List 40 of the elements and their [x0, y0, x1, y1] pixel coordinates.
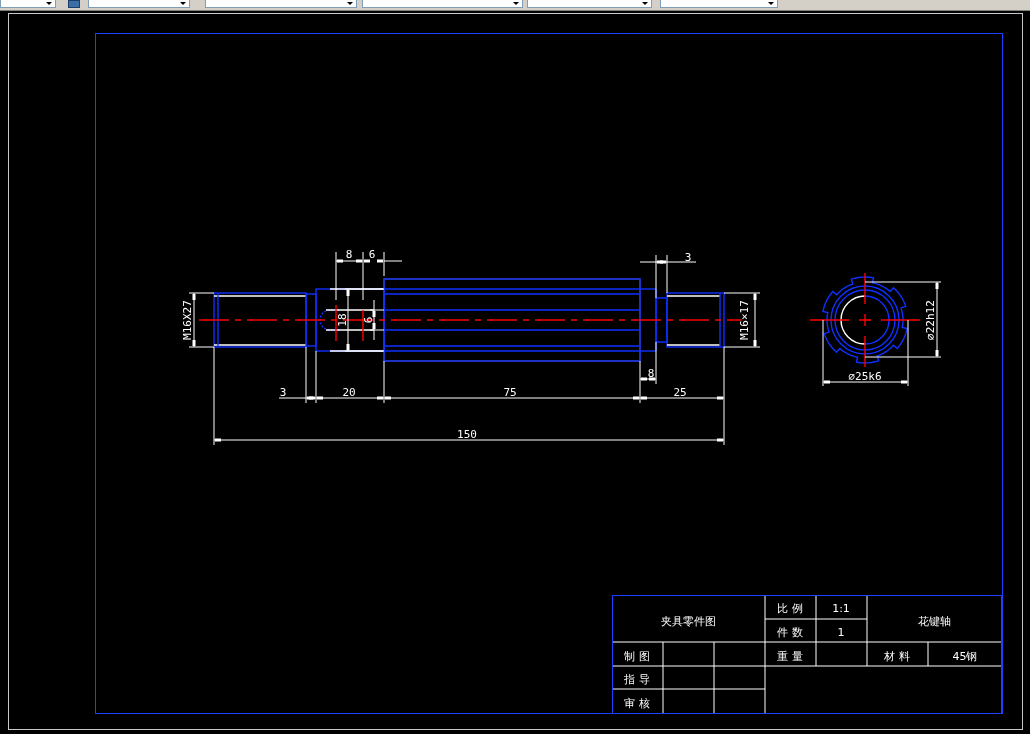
dimension-text: 20 — [342, 386, 356, 399]
dimension-line — [753, 292, 757, 348]
field-label: 制 图 — [624, 650, 650, 663]
field-value: 45钢 — [952, 650, 978, 663]
dimension-text: ⌀22h12 — [924, 300, 937, 340]
caret-icon — [768, 2, 774, 5]
caret-icon — [513, 2, 519, 5]
field-label: 比 例 — [777, 602, 803, 615]
caret-icon — [642, 2, 648, 5]
dimension-text: 3 — [684, 251, 692, 264]
field-label: 件 数 — [777, 626, 803, 639]
field-label: 重 量 — [777, 650, 803, 663]
dimension-text: 8 — [345, 248, 353, 261]
caret-icon — [180, 2, 186, 5]
field-label: 审 核 — [624, 697, 650, 710]
field-value: 1 — [837, 626, 845, 639]
dimension-text: 3 — [279, 386, 287, 399]
dimension-text: ⌀25k6 — [848, 370, 882, 383]
dimension-text: 6 — [368, 248, 376, 261]
dimension-text: 25 — [673, 386, 687, 399]
dimension-text: 18 — [336, 313, 349, 327]
dimension-text: 6 — [362, 316, 375, 324]
field-value: 1:1 — [832, 602, 850, 615]
caret-icon — [46, 2, 52, 5]
dimension-text: M16X27 — [181, 300, 194, 340]
field-label: 材 料 — [884, 650, 910, 663]
dimension-line — [346, 288, 350, 352]
dimension-text: 150 — [457, 428, 477, 441]
drawing-title: 夹具零件图 — [660, 615, 716, 628]
dimension-text: M16×17 — [738, 300, 751, 340]
part-name: 花键轴 — [917, 615, 951, 628]
field-label: 指 导 — [624, 673, 650, 686]
dimension-line — [639, 377, 657, 381]
dimension-line — [192, 292, 196, 348]
caret-icon — [347, 2, 353, 5]
dimension-text: 75 — [503, 386, 517, 399]
dimension-line — [372, 299, 376, 341]
dimension-line — [639, 260, 697, 264]
layer-icon[interactable] — [68, 0, 80, 8]
dimension-text: 8 — [647, 367, 655, 380]
